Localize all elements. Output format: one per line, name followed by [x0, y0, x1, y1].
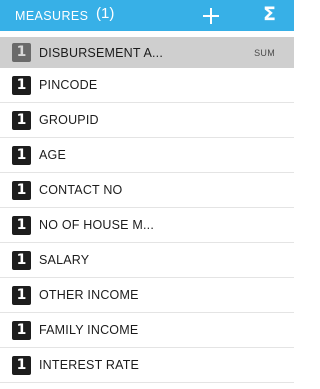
- measure-label: SALARY: [39, 253, 90, 267]
- measure-label: DISBURSEMENT A...: [39, 45, 164, 60]
- measure-type-badge: 1: [12, 43, 31, 62]
- aggregation-label[interactable]: SUM: [254, 48, 275, 58]
- measure-type-badge: 1: [12, 215, 31, 235]
- measure-label: GROUPID: [39, 113, 99, 127]
- measure-item-interest-rate[interactable]: 1 INTEREST RATE: [0, 348, 294, 383]
- measure-type-badge: 1: [12, 285, 31, 305]
- measure-item-groupid[interactable]: 1 GROUPID: [0, 103, 294, 138]
- measure-item-other-income[interactable]: 1 OTHER INCOME: [0, 278, 294, 313]
- measure-label: AGE: [39, 148, 66, 162]
- measure-item-pincode[interactable]: 1 PINCODE: [0, 68, 294, 103]
- measure-type-badge: 1: [12, 320, 31, 340]
- measures-list: 1 DISBURSEMENT A... SUM 1 PINCODE 1 GROU…: [0, 37, 294, 383]
- measure-item-no-of-house-members[interactable]: 1 NO OF HOUSE M...: [0, 208, 294, 243]
- measures-header: MEASURES (1) Σ: [0, 0, 294, 31]
- plus-icon[interactable]: [201, 6, 221, 26]
- measure-item-disbursement-amount[interactable]: 1 DISBURSEMENT A... SUM: [0, 37, 294, 68]
- measure-label: INTEREST RATE: [39, 358, 140, 372]
- measure-label: PINCODE: [39, 78, 98, 92]
- sigma-icon[interactable]: Σ: [263, 3, 276, 25]
- measures-title: MEASURES: [15, 9, 89, 23]
- measure-item-age[interactable]: 1 AGE: [0, 138, 294, 173]
- measure-item-contact-no[interactable]: 1 CONTACT NO: [0, 173, 294, 208]
- measure-type-badge: 1: [12, 145, 31, 165]
- measure-item-salary[interactable]: 1 SALARY: [0, 243, 294, 278]
- measure-label: OTHER INCOME: [39, 288, 139, 302]
- measures-panel: MEASURES (1) Σ 1 DISBURSEMENT A... SUM 1…: [0, 0, 294, 389]
- measure-label: FAMILY INCOME: [39, 323, 139, 337]
- measures-count: (1): [96, 5, 115, 22]
- measure-label: NO OF HOUSE M...: [39, 218, 155, 232]
- measure-label: CONTACT NO: [39, 183, 123, 197]
- measure-item-family-income[interactable]: 1 FAMILY INCOME: [0, 313, 294, 348]
- measure-type-badge: 1: [12, 355, 31, 375]
- measure-type-badge: 1: [12, 110, 31, 130]
- measure-type-badge: 1: [12, 250, 31, 270]
- measure-type-badge: 1: [12, 180, 31, 200]
- measure-type-badge: 1: [12, 75, 31, 95]
